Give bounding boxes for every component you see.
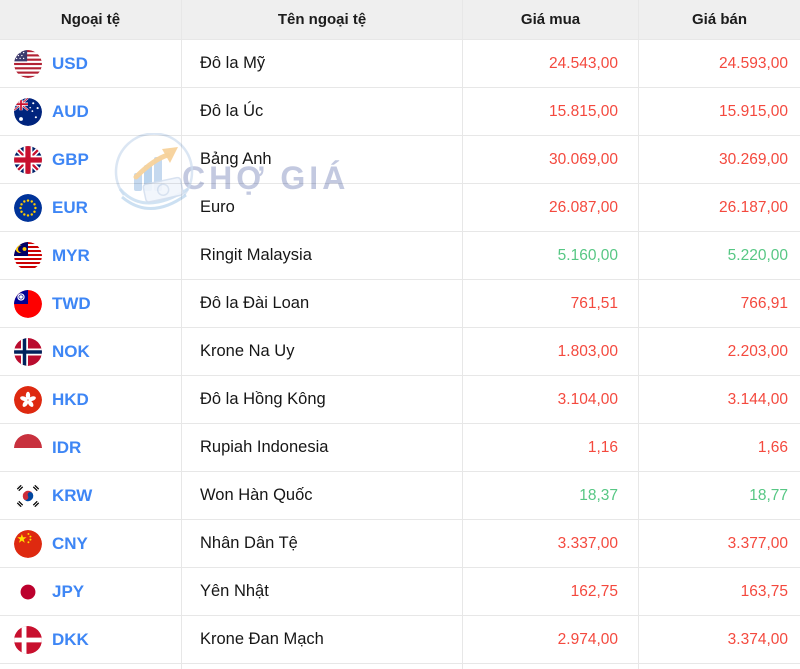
partial-row: [0, 664, 800, 669]
buy-price: 761,51: [462, 280, 638, 328]
currency-cell: USD: [0, 40, 181, 88]
currency-name: Won Hàn Quốc: [181, 472, 462, 520]
header-buy-price: Giá mua: [462, 0, 638, 40]
currency-name: Đô la Hồng Kông: [181, 376, 462, 424]
flag-id-icon: [14, 433, 42, 462]
flag-us-icon: [14, 49, 42, 78]
flag-eu-icon: [14, 193, 42, 222]
currency-name: Rupiah Indonesia: [181, 424, 462, 472]
sell-price: 26.187,00: [638, 184, 800, 232]
flag-au-icon: [14, 97, 42, 126]
currency-cell: EUR: [0, 184, 181, 232]
buy-price: 30.069,00: [462, 136, 638, 184]
currency-name: Yên Nhật: [181, 568, 462, 616]
sell-price: 2.203,00: [638, 328, 800, 376]
table-row: CNY Nhân Dân Tệ 3.337,00 3.377,00: [0, 520, 800, 568]
header-currency-name: Tên ngoại tệ: [181, 0, 462, 40]
table-header-row: Ngoại tệ Tên ngoại tệ Giá mua Giá bán: [0, 0, 800, 40]
currency-name: Bảng Anh: [181, 136, 462, 184]
currency-name: Đô la Đài Loan: [181, 280, 462, 328]
table-row: HKD Đô la Hồng Kông 3.104,00 3.144,00: [0, 376, 800, 424]
flag-kr-icon: [14, 481, 42, 510]
currency-cell: IDR: [0, 424, 181, 472]
sell-price: 18,77: [638, 472, 800, 520]
currency-name: Krone Đan Mạch: [181, 616, 462, 664]
buy-price: 15.815,00: [462, 88, 638, 136]
table-row: IDR Rupiah Indonesia 1,16 1,66: [0, 424, 800, 472]
table-row: NOK Krone Na Uy 1.803,00 2.203,00: [0, 328, 800, 376]
currency-cell: KRW: [0, 472, 181, 520]
buy-price: 18,37: [462, 472, 638, 520]
flag-no-icon: [14, 337, 42, 366]
currency-name: Euro: [181, 184, 462, 232]
sell-price: 15.915,00: [638, 88, 800, 136]
header-currency: Ngoại tệ: [0, 0, 181, 40]
sell-price: 3.374,00: [638, 616, 800, 664]
currency-code-link[interactable]: KRW: [52, 486, 92, 506]
currency-code-link[interactable]: EUR: [52, 198, 88, 218]
table-row: MYR Ringit Malaysia 5.160,00 5.220,00: [0, 232, 800, 280]
buy-price: 5.160,00: [462, 232, 638, 280]
currency-code-link[interactable]: USD: [52, 54, 88, 74]
sell-price: 163,75: [638, 568, 800, 616]
sell-price: 24.593,00: [638, 40, 800, 88]
table-row: KRW Won Hàn Quốc 18,37 18,77: [0, 472, 800, 520]
flag-hk-icon: [14, 385, 42, 414]
currency-cell: AUD: [0, 88, 181, 136]
currency-cell: NOK: [0, 328, 181, 376]
sell-price: 30.269,00: [638, 136, 800, 184]
buy-price: 24.543,00: [462, 40, 638, 88]
buy-price: 2.974,00: [462, 616, 638, 664]
currency-cell: CNY: [0, 520, 181, 568]
flag-gb-icon: [14, 145, 42, 174]
currency-code-link[interactable]: HKD: [52, 390, 89, 410]
currency-code-link[interactable]: DKK: [52, 630, 89, 650]
currency-code-link[interactable]: IDR: [52, 438, 81, 458]
buy-price: 26.087,00: [462, 184, 638, 232]
currency-code-link[interactable]: NOK: [52, 342, 90, 362]
sell-price: 766,91: [638, 280, 800, 328]
exchange-rate-table-page: Ngoại tệ Tên ngoại tệ Giá mua Giá bán US…: [0, 0, 800, 669]
currency-cell: GBP: [0, 136, 181, 184]
currency-cell: JPY: [0, 568, 181, 616]
currency-code-link[interactable]: JPY: [52, 582, 84, 602]
buy-price: 3.337,00: [462, 520, 638, 568]
buy-price: 1.803,00: [462, 328, 638, 376]
currency-cell: DKK: [0, 616, 181, 664]
table-row: EUR Euro 26.087,00 26.187,00: [0, 184, 800, 232]
sell-price: 1,66: [638, 424, 800, 472]
table-body: USD Đô la Mỹ 24.543,00 24.593,00 AUD Đô …: [0, 40, 800, 664]
currency-code-link[interactable]: CNY: [52, 534, 88, 554]
flag-cn-icon: [14, 529, 42, 558]
header-sell-price: Giá bán: [638, 0, 800, 40]
table-row: DKK Krone Đan Mạch 2.974,00 3.374,00: [0, 616, 800, 664]
sell-price: 3.377,00: [638, 520, 800, 568]
buy-price: 162,75: [462, 568, 638, 616]
table-row: AUD Đô la Úc 15.815,00 15.915,00: [0, 88, 800, 136]
currency-name: Nhân Dân Tệ: [181, 520, 462, 568]
currency-cell: HKD: [0, 376, 181, 424]
buy-price: 1,16: [462, 424, 638, 472]
table-row: USD Đô la Mỹ 24.543,00 24.593,00: [0, 40, 800, 88]
currency-code-link[interactable]: TWD: [52, 294, 91, 314]
buy-price: 3.104,00: [462, 376, 638, 424]
table-row: TWD Đô la Đài Loan 761,51 766,91: [0, 280, 800, 328]
currency-name: Đô la Mỹ: [181, 40, 462, 88]
currency-code-link[interactable]: AUD: [52, 102, 89, 122]
sell-price: 3.144,00: [638, 376, 800, 424]
currency-name: Krone Na Uy: [181, 328, 462, 376]
currency-code-link[interactable]: MYR: [52, 246, 90, 266]
flag-dk-icon: [14, 625, 42, 654]
currency-cell: MYR: [0, 232, 181, 280]
currency-code-link[interactable]: GBP: [52, 150, 89, 170]
currency-name: Đô la Úc: [181, 88, 462, 136]
sell-price: 5.220,00: [638, 232, 800, 280]
table-row: GBP Bảng Anh 30.069,00 30.269,00: [0, 136, 800, 184]
currency-name: Ringit Malaysia: [181, 232, 462, 280]
flag-jp-icon: [14, 577, 42, 606]
table-row: JPY Yên Nhật 162,75 163,75: [0, 568, 800, 616]
flag-tw-icon: [14, 289, 42, 318]
currency-cell: TWD: [0, 280, 181, 328]
flag-my-icon: [14, 241, 42, 270]
